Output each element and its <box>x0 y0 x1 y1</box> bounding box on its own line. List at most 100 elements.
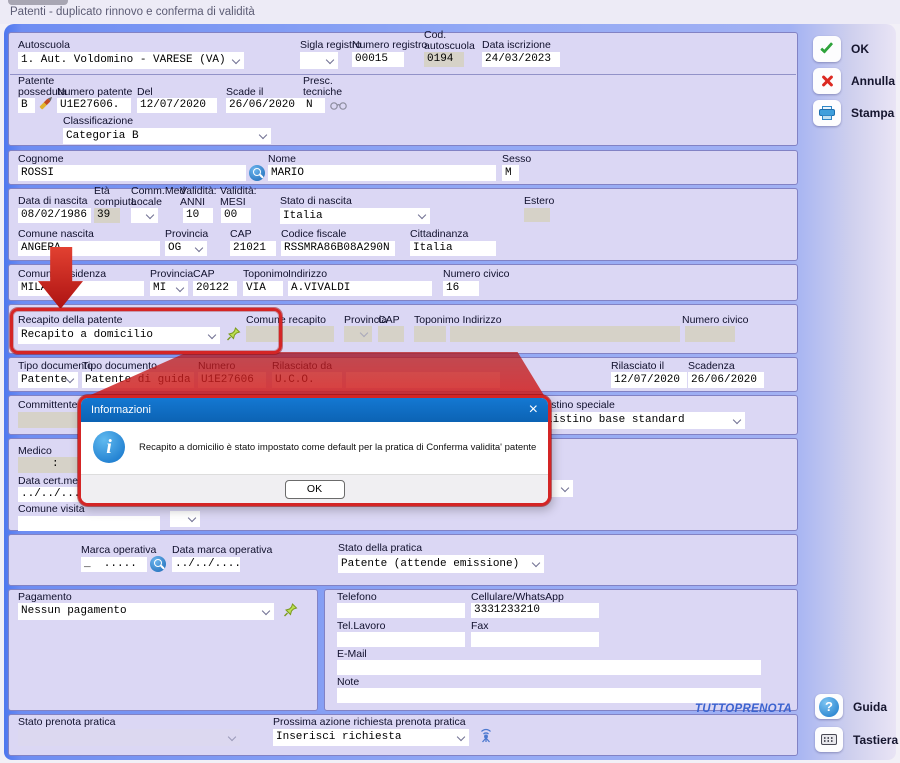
scade-il-label: Scade il <box>226 87 263 98</box>
provincia-recapito-select <box>344 326 372 342</box>
listino-select[interactable]: Listino base standard <box>543 412 745 429</box>
stato-nascita-value: Italia <box>280 208 418 224</box>
validita-mesi-field[interactable]: 00 <box>221 208 251 223</box>
telefono-field[interactable] <box>337 603 465 618</box>
patente-posseduta-value: B <box>18 98 35 113</box>
estero-label: Estero <box>524 196 554 207</box>
tastiera-button[interactable] <box>815 727 843 752</box>
validita-mesi-label: Validità: MESI <box>220 186 257 208</box>
data-iscrizione-field[interactable]: 24/03/2023 <box>482 52 560 67</box>
indirizzo-label: Indirizzo <box>288 269 327 280</box>
tipo-documento-select[interactable]: Patente <box>18 372 78 388</box>
numero-registro-field[interactable]: 00015 <box>352 52 404 67</box>
info-dialog-title: Informazioni <box>91 404 151 416</box>
codice-fiscale-label: Codice fiscale <box>281 229 346 240</box>
info-dialog-body: i Recapito a domicilio è stato impostato… <box>81 422 548 474</box>
annulla-button-label: Annulla <box>851 74 895 88</box>
cellulare-field[interactable]: 3331233210 <box>471 603 599 618</box>
autoscuola-select[interactable]: 1. Aut. Voldomino - VARESE (VA) <box>18 52 244 69</box>
sigla-registro-select[interactable] <box>300 52 338 69</box>
antenna-icon[interactable] <box>477 726 495 743</box>
cap-residenza-field[interactable]: 20122 <box>193 281 237 296</box>
cap-recapito-label: CAP <box>378 315 400 326</box>
provincia-residenza-label: Provincia <box>150 269 193 280</box>
fax-label: Fax <box>471 621 489 632</box>
stato-pratica-value: Patente (attende emissione) <box>338 555 532 573</box>
patente-posseduta-field[interactable]: B <box>18 98 35 113</box>
guida-button[interactable]: ? <box>815 694 843 719</box>
cellulare-label: Cellulare/WhatsApp <box>471 592 564 603</box>
data-iscrizione-value: 24/03/2023 <box>482 52 560 67</box>
comune-visita-field[interactable] <box>18 516 160 531</box>
keyboard-icon <box>821 734 837 745</box>
app-screen: Patenti - duplicato rinnovo e conferma d… <box>0 0 900 763</box>
fax-field[interactable] <box>471 632 599 647</box>
search-anagrafica-icon[interactable] <box>249 165 265 181</box>
stato-pratica-label: Stato della pratica <box>338 543 422 554</box>
stato-pratica-select[interactable]: Patente (attende emissione) <box>338 555 544 573</box>
comune-nascita-field[interactable]: ANGERA <box>18 241 160 256</box>
cap-residenza-label: CAP <box>193 269 215 280</box>
search-marca-icon[interactable] <box>150 556 166 572</box>
pagamento-value: Nessun pagamento <box>18 603 262 620</box>
classificazione-label: Classificazione <box>63 116 133 127</box>
eta-field: 39 <box>94 208 120 223</box>
glasses-icon[interactable] <box>330 100 347 111</box>
data-marca-field[interactable]: ../../.... <box>172 557 240 572</box>
codice-fiscale-field[interactable]: RSSMRA86B08A290N <box>281 241 395 256</box>
help-icon: ? <box>819 697 839 717</box>
telefono-label: Telefono <box>337 592 377 603</box>
tel-lavoro-field[interactable] <box>337 632 465 647</box>
comm-med-select[interactable] <box>131 208 158 223</box>
cittadinanza-label: Cittadinanza <box>410 229 468 240</box>
provincia-residenza-select[interactable]: MI <box>150 281 188 296</box>
marca-operativa-field[interactable]: _ ..... <box>81 557 147 572</box>
info-icon: i <box>93 431 125 463</box>
annulla-button[interactable] <box>813 68 841 94</box>
del-field[interactable]: 12/07/2020 <box>137 98 217 113</box>
classificazione-select[interactable]: Categoria B <box>63 128 271 144</box>
validita-anni-value: 10 <box>183 208 213 223</box>
numero-patente-value: U1E27606. <box>57 98 131 113</box>
scade-il-field[interactable]: 26/06/2020 <box>226 98 306 113</box>
asl-select[interactable] <box>170 511 200 527</box>
scadenza-value: 26/06/2020 <box>688 372 764 388</box>
ok-button-label: OK <box>851 42 869 56</box>
guida-button-label: Guida <box>853 700 887 714</box>
cognome-field[interactable]: ROSSI <box>18 165 246 181</box>
dialog-ok-button[interactable]: OK <box>285 480 345 499</box>
sesso-field[interactable]: M <box>502 165 519 181</box>
pin-pagamento-icon[interactable] <box>283 602 298 618</box>
note-field[interactable] <box>337 688 761 703</box>
annotation-highlight-box <box>10 308 282 354</box>
stato-prenota-label: Stato prenota pratica <box>18 717 115 728</box>
listino-label: Listino speciale <box>543 400 615 411</box>
ok-button[interactable] <box>813 36 841 62</box>
stato-prenota-select <box>18 729 240 746</box>
rilasciato-il-label: Rilasciato il <box>611 361 664 372</box>
indirizzo-field[interactable]: A.VIVALDI <box>288 281 432 296</box>
sesso-label: Sesso <box>502 154 531 165</box>
cap-nascita-field[interactable]: 21021 <box>230 241 276 256</box>
numero-civico-value: 16 <box>443 281 479 296</box>
nome-field[interactable]: MARIO <box>268 165 496 181</box>
email-field[interactable] <box>337 660 761 675</box>
scadenza-field[interactable]: 26/06/2020 <box>688 372 764 388</box>
data-nascita-field[interactable]: 08/02/1986 <box>18 208 91 223</box>
stampa-button[interactable] <box>813 100 841 126</box>
numero-patente-field[interactable]: U1E27606. <box>57 98 131 113</box>
prossima-azione-select[interactable]: Inserisci richiesta <box>273 729 469 746</box>
cittadinanza-field[interactable]: Italia <box>410 241 496 256</box>
close-icon[interactable]: × <box>529 402 538 418</box>
provincia-nascita-select[interactable]: OG <box>165 241 207 256</box>
indirizzo-value: A.VIVALDI <box>288 281 432 296</box>
validita-anni-field[interactable]: 10 <box>183 208 213 223</box>
toponimo-field[interactable]: VIA <box>243 281 283 296</box>
stato-nascita-select[interactable]: Italia <box>280 208 430 224</box>
scadenza-label: Scadenza <box>688 361 735 372</box>
comm-med-label: Comm.Med Locale <box>131 186 185 208</box>
pagamento-select[interactable]: Nessun pagamento <box>18 603 274 620</box>
numero-civico-field[interactable]: 16 <box>443 281 479 296</box>
presc-tecniche-field[interactable]: N <box>303 98 325 113</box>
rilasciato-il-field[interactable]: 12/07/2020 <box>611 372 687 388</box>
